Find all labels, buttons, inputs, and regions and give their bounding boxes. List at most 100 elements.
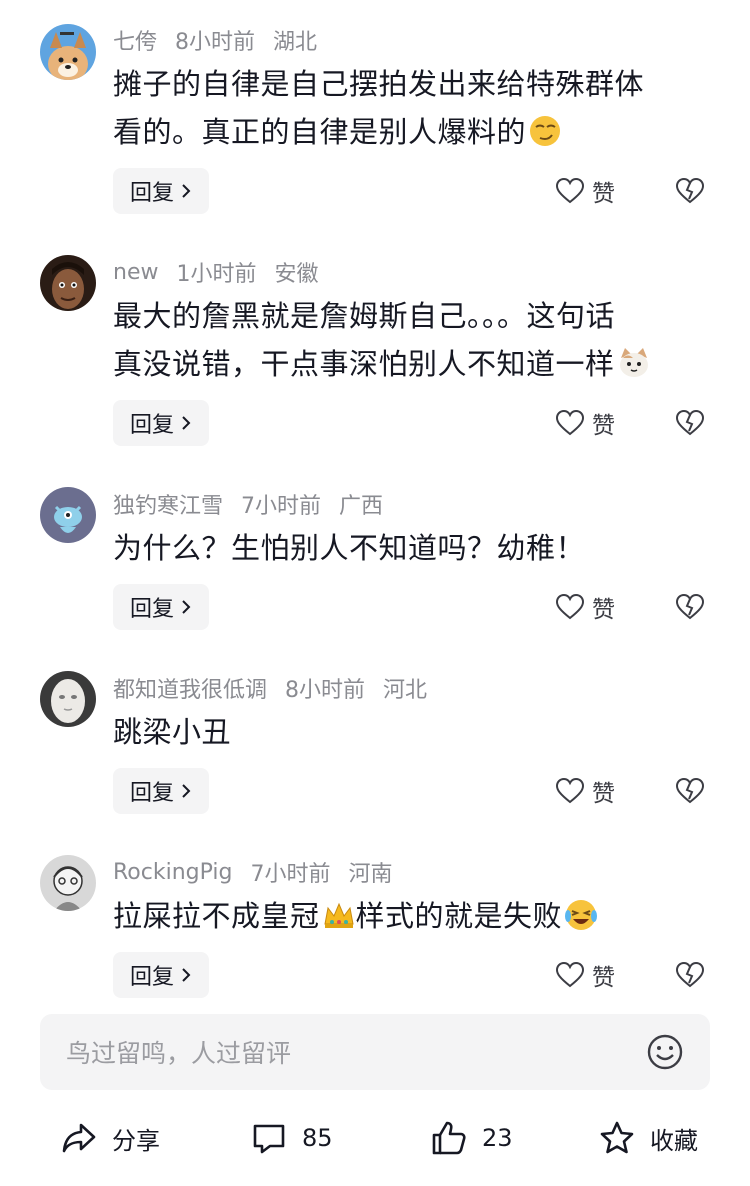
laughing-crying-emoji-icon: [564, 898, 598, 932]
username[interactable]: 都知道我很低调: [113, 672, 267, 704]
heart-icon: [556, 594, 584, 620]
reply-button[interactable]: 回复: [113, 168, 209, 214]
like-post-button[interactable]: 23: [430, 1110, 513, 1166]
chevron-right-icon: [182, 184, 191, 198]
comment-line: 跳梁小丑: [113, 715, 232, 749]
like-label: 赞: [592, 781, 615, 807]
heart-icon: [556, 410, 584, 436]
dislike-button[interactable]: [674, 768, 706, 814]
like-button[interactable]: 赞: [556, 400, 615, 446]
avatar[interactable]: [40, 255, 96, 311]
comment-line: 看的。真正的自律是别人爆料的: [113, 115, 527, 149]
crown-emoji-icon: [322, 898, 356, 932]
username[interactable]: RockingPig: [113, 860, 232, 885]
comment-icon: [253, 1124, 285, 1154]
dislike-button[interactable]: [674, 584, 706, 630]
username[interactable]: new: [113, 260, 158, 285]
avatar[interactable]: [40, 487, 96, 543]
reply-label: 回复: [129, 413, 174, 438]
comment-text: 最大的詹黑就是詹姆斯自己。。。这句话 真没说错，干点事深怕别人不知道一样: [113, 292, 713, 388]
bottom-action-bar: 分享 85 23 收藏: [0, 1110, 750, 1166]
comment-line: 最大的詹黑就是詹姆斯自己。。。这句话: [113, 299, 616, 333]
comment-line: 为什么？生怕别人不知道吗？幼稚！: [113, 531, 586, 565]
dislike-button[interactable]: [674, 168, 706, 214]
comment-location: 河北: [383, 678, 428, 703]
comment-meta: RockingPig 7小时前 河南: [113, 852, 393, 892]
comment-location: 河南: [348, 862, 393, 887]
reply-button[interactable]: 回复: [113, 952, 209, 998]
comment-meta: new 1小时前 安徽: [113, 252, 319, 292]
like-button[interactable]: 赞: [556, 768, 615, 814]
comment-time: 1小时前: [176, 262, 257, 287]
comment-meta: 独钓寒江雪 7小时前 广西: [113, 484, 383, 524]
broken-heart-icon: [676, 962, 704, 988]
heart-icon: [556, 962, 584, 988]
like-label: 赞: [592, 181, 615, 207]
collect-button[interactable]: 收藏: [598, 1110, 698, 1166]
collect-label: 收藏: [650, 1126, 698, 1155]
comment-text: 摊子的自律是自己摆拍发出来给特殊群体 看的。真正的自律是别人爆料的: [113, 60, 713, 156]
comment-line: 样式的就是失败: [355, 899, 563, 933]
chevron-right-icon: [182, 784, 191, 798]
heart-icon: [556, 178, 584, 204]
share-icon: [62, 1123, 96, 1153]
like-count: 23: [482, 1124, 513, 1152]
comment-line: 真没说错，干点事深怕别人不知道一样: [113, 347, 615, 381]
reply-label: 回复: [129, 781, 174, 806]
broken-heart-icon: [676, 778, 704, 804]
reply-label: 回复: [129, 597, 174, 622]
comment-time: 7小时前: [250, 862, 331, 887]
like-label: 赞: [592, 597, 615, 623]
like-label: 赞: [592, 965, 615, 991]
comment-meta: 都知道我很低调 8小时前 河北: [113, 668, 427, 708]
reply-button[interactable]: 回复: [113, 768, 209, 814]
comment-text: 为什么？生怕别人不知道吗？幼稚！: [113, 524, 713, 572]
comment-count: 85: [302, 1124, 333, 1152]
comment-text: 跳梁小丑: [113, 708, 713, 756]
like-label: 赞: [592, 413, 615, 439]
avatar[interactable]: [40, 671, 96, 727]
thumbs-up-icon: [432, 1121, 466, 1155]
chevron-right-icon: [182, 416, 191, 430]
comment-location: 安徽: [274, 262, 319, 287]
comment-line: 拉屎拉不成皇冠: [113, 899, 320, 933]
comment-time: 8小时前: [285, 678, 366, 703]
reply-label: 回复: [129, 965, 174, 990]
comment-time: 7小时前: [241, 494, 322, 519]
comment-location: 湖北: [273, 30, 318, 55]
comment-button[interactable]: 85: [250, 1110, 333, 1166]
like-button[interactable]: 赞: [556, 952, 615, 998]
comment-text: 拉屎拉不成皇冠 样式的就是失败: [113, 892, 713, 940]
comment-location: 广西: [339, 494, 384, 519]
dislike-button[interactable]: [674, 952, 706, 998]
comment-line-wrap: 看的。真正的自律是别人爆料的: [113, 108, 713, 156]
reply-button[interactable]: 回复: [113, 584, 209, 630]
share-label: 分享: [112, 1126, 160, 1155]
star-icon: [600, 1121, 634, 1154]
avatar[interactable]: [40, 855, 96, 911]
username[interactable]: 七侉: [113, 24, 157, 56]
comment-input[interactable]: 鸟过留鸣，人过留评: [40, 1014, 710, 1090]
comment-line: 摊子的自律是自己摆拍发出来给特殊群体: [113, 67, 645, 101]
comment-line-wrap: 拉屎拉不成皇冠 样式的就是失败: [113, 892, 713, 940]
dislike-button[interactable]: [674, 400, 706, 446]
cat-emoji-icon: [617, 346, 651, 380]
username[interactable]: 独钓寒江雪: [113, 488, 223, 520]
chevron-right-icon: [182, 600, 191, 614]
chevron-right-icon: [182, 968, 191, 982]
smirk-emoji-icon: [528, 114, 562, 148]
like-button[interactable]: 赞: [556, 584, 615, 630]
comment-meta: 七侉 8小时前 湖北: [113, 20, 317, 60]
smiley-icon[interactable]: [646, 1033, 684, 1071]
share-button[interactable]: 分享: [60, 1110, 160, 1166]
broken-heart-icon: [676, 410, 704, 436]
reply-label: 回复: [129, 181, 174, 206]
comment-input-placeholder: 鸟过留鸣，人过留评: [66, 1039, 292, 1068]
broken-heart-icon: [676, 594, 704, 620]
heart-icon: [556, 778, 584, 804]
avatar[interactable]: [40, 24, 96, 80]
reply-button[interactable]: 回复: [113, 400, 209, 446]
like-button[interactable]: 赞: [556, 168, 615, 214]
comment-line-wrap: 真没说错，干点事深怕别人不知道一样: [113, 340, 713, 388]
comment-time: 8小时前: [175, 30, 256, 55]
